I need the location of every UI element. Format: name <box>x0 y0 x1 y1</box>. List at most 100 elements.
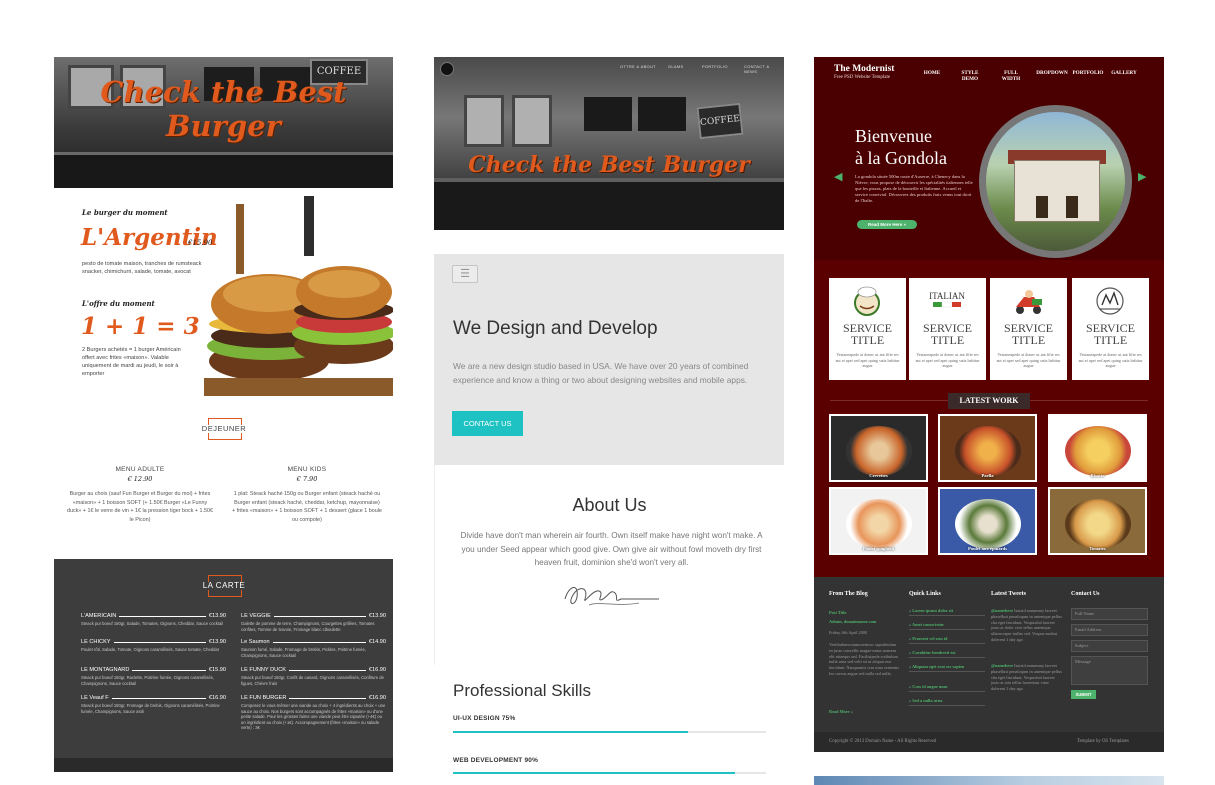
footer-links-title: Quick Links <box>909 591 941 597</box>
burger-page-preview[interactable]: COFFEE Check the Best Burger Le burger d… <box>54 57 393 772</box>
message-field[interactable]: Message <box>1071 656 1148 685</box>
footer-tweets-title: Latest Tweets <box>991 591 1026 597</box>
quick-link[interactable]: » Sed a nulla urna <box>909 698 985 706</box>
site-logo[interactable]: The Modernist <box>834 64 894 74</box>
service-card[interactable]: SERVICE TITLE Vestaneapede at donec ut a… <box>1072 278 1149 380</box>
quick-link[interactable]: » Praesent vel sem id <box>909 636 985 644</box>
hamburger-menu-icon[interactable]: ☰ <box>452 265 478 283</box>
signature-image <box>564 587 659 606</box>
portfolio-item[interactable]: Tomates <box>1048 487 1147 555</box>
about-title: About Us <box>572 495 647 515</box>
carte-item: LE MONTAGNARD €15.90 Steack pur boeuf 150… <box>81 667 226 686</box>
footer-photo-strip <box>54 758 393 772</box>
menu-adulte-title: MENU ADULTE <box>115 466 165 473</box>
service-description: Vestaneapede at donec ut ant fifte res a… <box>996 352 1061 368</box>
quick-link[interactable]: » Aliquam eget erat sec sapien <box>909 664 985 672</box>
skills-title: Professional Skills <box>453 681 591 700</box>
la-carte-section: LA CARTE L'AMERICAIN €13.90 Steack pur bo… <box>54 559 393 772</box>
template-credit[interactable]: Template by OS Templates <box>1077 739 1129 744</box>
offer-label: L'offre du moment <box>82 299 155 308</box>
contact-us-button[interactable]: CONTACT US <box>452 411 523 436</box>
next-page-preview-cropped[interactable] <box>814 776 1164 785</box>
service-card[interactable]: SERVICE TITLE Vestaneapede at donec ut a… <box>990 278 1067 380</box>
tweet: @namehere Isutsid nonummy laoreet phasel… <box>991 663 1062 692</box>
menu-adulte-description: Burger au choix (sauf Fun Burger et Burg… <box>66 491 214 523</box>
carte-item: LE VEGGIE €13.90 Galette de pomme de terr… <box>241 613 386 632</box>
skill-bar-fill <box>453 772 735 774</box>
latest-work-title: LATEST WORK <box>948 393 1030 409</box>
skill-label: UI-UX DESIGN 75% <box>453 715 516 722</box>
service-description: Vestaneapede at donec ut ant fifte res a… <box>835 352 900 368</box>
svg-text:ITALIAN: ITALIAN <box>929 291 965 301</box>
read-more-button[interactable]: Read More Here » <box>857 220 917 229</box>
burger-hero-banner: COFFEE Check the Best Burger <box>54 57 393 188</box>
copyright-bar: Copyright © 2013 Domain Name - All Right… <box>814 732 1164 752</box>
copyright-text: Copyright © 2013 Domain Name - All Right… <box>829 739 937 744</box>
quick-link[interactable]: » Cras id augue nunc <box>909 684 985 692</box>
menu-kids-price: € 7.90 <box>296 475 318 483</box>
offer-name: 1 + 1 = 3 <box>81 313 200 340</box>
site-logo-icon[interactable] <box>440 62 454 76</box>
menu-board-photo <box>638 97 686 131</box>
site-tagline: Free PSD Website Template <box>834 75 891 80</box>
service-card[interactable]: ITALIAN SERVICE TITLE Vestaneapede at do… <box>909 278 986 380</box>
bar-logo-icon <box>1096 287 1124 315</box>
full-name-field[interactable]: Full Name <box>1071 608 1148 620</box>
special-label: Le burger du moment <box>82 208 168 217</box>
nav-link[interactable]: HOME <box>922 70 942 76</box>
service-description: Vestaneapede at donec ut ant fifte res a… <box>1078 352 1143 368</box>
menu-adulte-price: € 12.90 <box>127 475 153 483</box>
nav-link[interactable]: GLAMS <box>668 64 684 69</box>
portfolio-item[interactable]: Crevettes <box>829 414 928 482</box>
footer-blog-title: From The Blog <box>829 591 868 597</box>
about-section: About Us Divide have don't man wherein a… <box>434 465 784 665</box>
tweet: @namehere Isutsid nonummy laoreet phasel… <box>991 608 1062 642</box>
nav-link[interactable]: DROPDOWN <box>1034 70 1070 76</box>
blog-post-title[interactable]: Post Title <box>829 610 846 616</box>
hero-title: Check the Best Burger <box>468 152 750 178</box>
restaurant-photo <box>979 105 1132 258</box>
service-card[interactable]: SERVICE TITLE Vestaneapede at donec ut a… <box>829 278 906 380</box>
portfolio-item[interactable]: Paella <box>938 414 1037 482</box>
slider-headline: Bienvenue à la Gondola <box>855 126 947 168</box>
skill-label: WEB DEVELOPMENT 90% <box>453 757 539 764</box>
portfolio-item[interactable]: Risotto <box>1048 414 1147 482</box>
blog-read-more-link[interactable]: Read More » <box>829 709 853 715</box>
quick-link[interactable]: » Lorem ipsum dolor sit <box>909 608 985 616</box>
carte-item: Le Saumon €14.90 Saumon fumé, Salade, Fro… <box>241 639 386 658</box>
nav-link[interactable]: PORTFOLIO <box>702 64 728 69</box>
nav-link[interactable]: CONTACT & NEWS <box>744 64 784 74</box>
submit-button[interactable]: SUBMIT <box>1071 690 1096 699</box>
dejeuner-title: DEJEUNER <box>198 418 250 440</box>
chef-logo-icon <box>854 286 880 316</box>
modernist-page-preview[interactable]: The Modernist Free PSD Website Template … <box>814 57 1164 752</box>
portfolio-item[interactable]: Poulet spaghetti <box>829 487 928 555</box>
quick-link[interactable]: » Curabitur hendrerit est <box>909 650 985 658</box>
intro-text: We are a new design studio based in USA.… <box>453 361 749 385</box>
nav-link[interactable]: FULL WIDTH <box>1000 70 1022 82</box>
service-title: SERVICE TITLE <box>1085 321 1136 347</box>
offer-description: 2 Burgers achetés = 1 burger Américain o… <box>82 347 181 377</box>
agency-page-preview[interactable]: COFFEE OTTRE & ABOUT GLAMS PORTFOLIO CON… <box>434 57 784 785</box>
carte-item: LE FUN BURGER €16.90 Composez le vous-mêm… <box>241 695 386 730</box>
slider-prev-icon[interactable]: ◀ <box>834 170 842 183</box>
menu-board-photo <box>584 97 632 131</box>
blog-meta: Admin, domainname.com <box>829 619 877 624</box>
quick-link[interactable]: » Amet consectetur <box>909 622 985 630</box>
special-description: pesto de tomate maison, tranches de rums… <box>82 261 202 275</box>
about-text: Divide have don't man wherein air fourth… <box>460 531 763 567</box>
portfolio-item[interactable]: Poulet aux épinards <box>938 487 1037 555</box>
nav-link[interactable]: STYLE DEMO <box>960 70 980 82</box>
email-field[interactable]: Email Address <box>1071 624 1148 636</box>
dejeuner-section: DEJEUNER MENU ADULTE € 12.90 Burger au c… <box>54 402 393 559</box>
nav-link[interactable]: GALLERY <box>1109 70 1139 76</box>
agency-hero-banner: COFFEE OTTRE & ABOUT GLAMS PORTFOLIO CON… <box>434 57 784 230</box>
carte-item: L'AMERICAIN €13.90 Steack pur boeuf 150gr… <box>81 613 226 626</box>
service-title: SERVICE TITLE <box>922 321 973 347</box>
nav-link[interactable]: PORTFOLIO <box>1071 70 1105 76</box>
slider-next-icon[interactable]: ▶ <box>1138 170 1146 183</box>
modernist-header: The Modernist Free PSD Website Template … <box>814 57 1164 260</box>
special-offer-section: Le burger du moment L'Argentin €15.90 pe… <box>54 188 393 402</box>
subject-field[interactable]: Subject <box>1071 640 1148 652</box>
nav-link[interactable]: OTTRE & ABOUT <box>620 64 656 69</box>
